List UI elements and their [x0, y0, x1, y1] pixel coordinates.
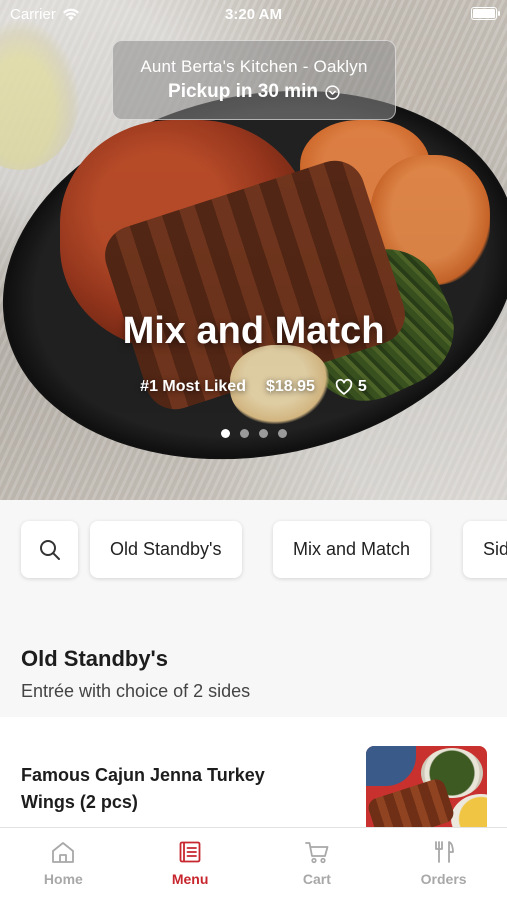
search-button[interactable] — [21, 521, 78, 578]
orders-icon — [434, 841, 454, 863]
featured-item-price: $18.95 — [265, 378, 315, 395]
section-subtitle: Entrée with choice of 2 sides — [21, 681, 251, 701]
store-name: Aunt Berta's Kitchen - Oaklyn — [140, 57, 368, 76]
search-icon — [39, 539, 60, 560]
pickup-eta-row: Pickup in 30 min — [168, 81, 340, 103]
carousel-pagination[interactable] — [0, 429, 507, 438]
status-bar: Carrier 3:20 AM — [0, 0, 507, 28]
tab-orders-label: Orders — [420, 871, 467, 887]
category-bar: Old Standby's Mix and Match Sides — [0, 500, 507, 600]
menu-item-image — [366, 746, 487, 827]
battery-icon — [471, 7, 500, 20]
chevron-down-circle-icon — [325, 84, 340, 100]
carousel-dot[interactable] — [220, 429, 230, 438]
tab-home[interactable]: Home — [0, 828, 127, 900]
menu-section-header: Old Standby's Entrée with choice of 2 si… — [0, 600, 507, 717]
menu-icon — [179, 841, 201, 863]
cart-icon — [304, 842, 329, 864]
carousel-dot[interactable] — [239, 429, 249, 438]
tab-cart[interactable]: Cart — [254, 828, 381, 900]
featured-item-title: Mix and Match — [122, 310, 385, 352]
carousel-dot[interactable] — [277, 429, 287, 438]
most-liked-badge: #1 Most Liked — [140, 378, 246, 395]
tab-home-label: Home — [43, 871, 83, 887]
tab-orders[interactable]: Orders — [380, 828, 507, 900]
category-chip-old-standbys[interactable]: Old Standby's — [90, 521, 242, 578]
section-title: Old Standby's — [21, 646, 169, 671]
featured-item-meta: #1 Most Liked $18.95 5 — [0, 378, 507, 396]
tab-menu[interactable]: Menu — [127, 828, 254, 900]
heart-icon — [335, 379, 353, 395]
tab-cart-label: Cart — [302, 871, 331, 887]
pickup-selector[interactable]: Aunt Berta's Kitchen - Oaklyn Pickup in … — [112, 40, 396, 120]
likes-count[interactable]: 5 — [335, 378, 367, 396]
clock: 3:20 AM — [225, 6, 282, 23]
hero-banner[interactable]: Carrier 3:20 AM Aunt Berta's Kitchen - O… — [0, 0, 507, 500]
home-icon — [52, 842, 75, 863]
pickup-eta: Pickup in 30 min — [168, 81, 318, 102]
tab-menu-label: Menu — [171, 871, 209, 887]
likes-value: 5 — [357, 378, 367, 395]
tab-bar: Home Menu Cart Orders — [0, 827, 507, 900]
image-detail — [366, 746, 416, 786]
carousel-dot[interactable] — [258, 429, 268, 438]
category-chip-sides[interactable]: Sides — [463, 521, 507, 578]
menu-item-card[interactable]: Famous Cajun Jenna Turkey Wings (2 pcs) — [0, 717, 507, 827]
category-chip-mix-and-match[interactable]: Mix and Match — [273, 521, 431, 578]
image-detail — [451, 794, 487, 827]
menu-item-name: Famous Cajun Jenna Turkey Wings (2 pcs) — [21, 765, 265, 812]
